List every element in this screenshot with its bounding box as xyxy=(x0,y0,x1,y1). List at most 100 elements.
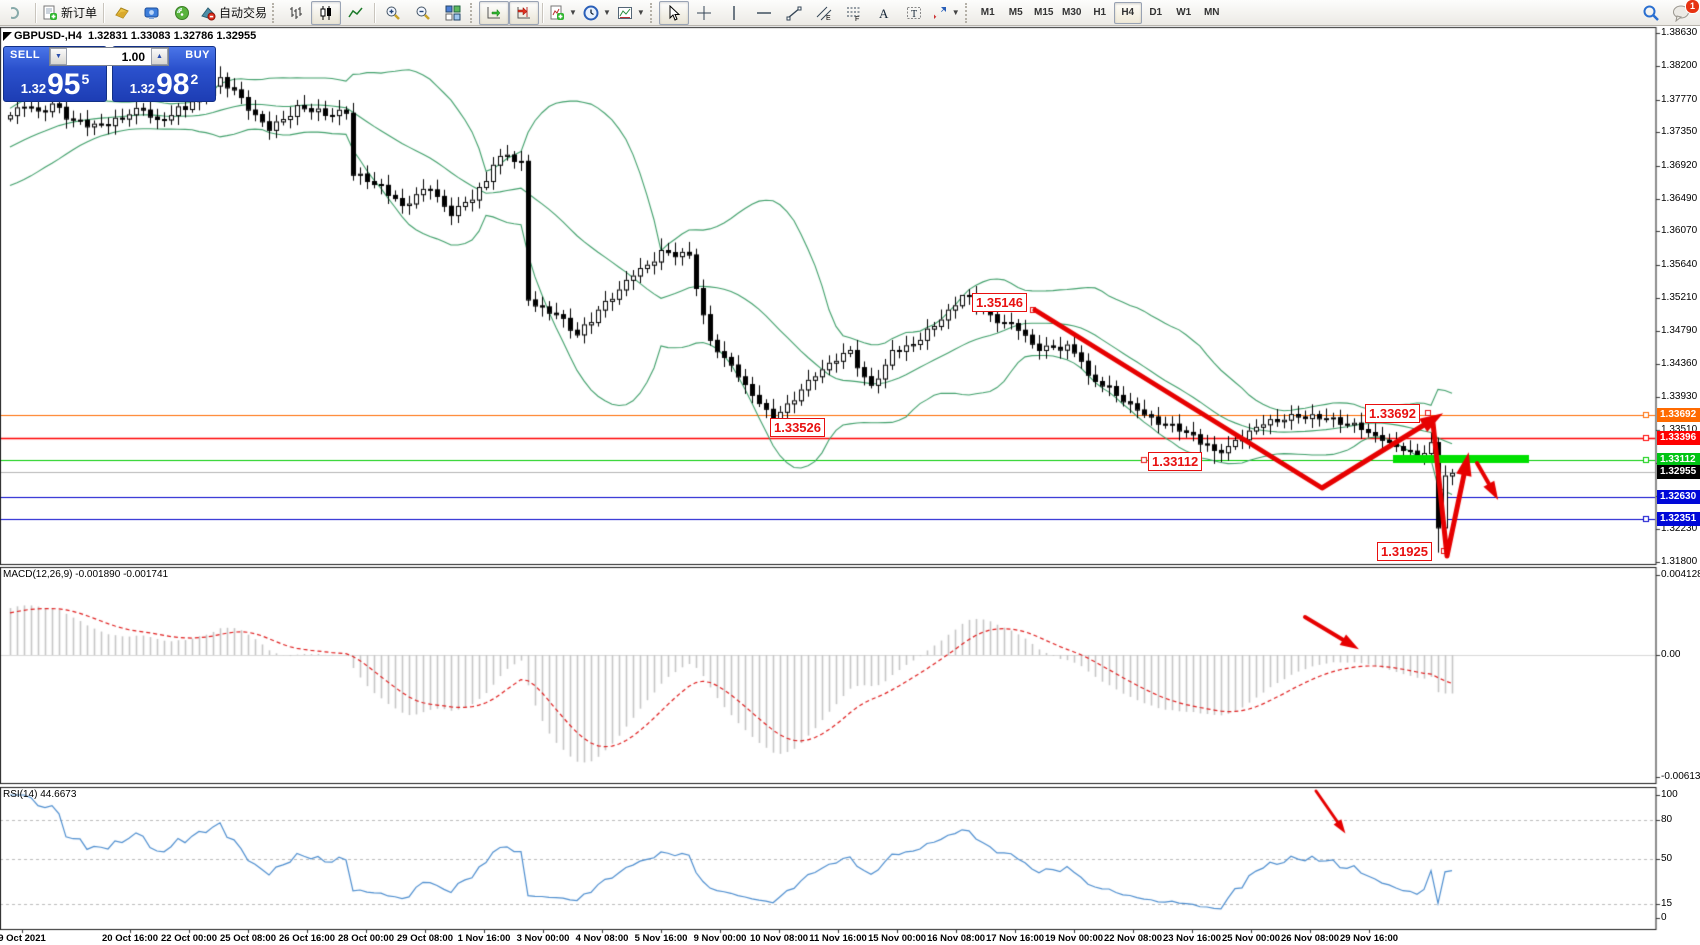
periods-button[interactable]: ▼ xyxy=(580,1,614,25)
text-button[interactable]: A xyxy=(869,1,899,25)
price-axis-tick: 1.38630 xyxy=(1661,27,1697,38)
buy-price[interactable]: 1.32 98 2 xyxy=(112,66,216,100)
fibonacci-button[interactable]: F xyxy=(839,1,869,25)
timeframe-m30-button[interactable]: M30 xyxy=(1058,2,1086,24)
rsi-axis-tick: 15 xyxy=(1661,898,1672,909)
zoom-out-button[interactable] xyxy=(408,1,438,25)
timeframe-mn-button[interactable]: MN xyxy=(1198,2,1226,24)
timeframe-d1-button[interactable]: D1 xyxy=(1142,2,1170,24)
notifications-button[interactable]: 1 xyxy=(1666,1,1696,25)
chart-price-annotation[interactable]: 1.33692 xyxy=(1365,404,1420,423)
hosting-button[interactable] xyxy=(137,1,167,25)
time-axis-label: 11 Nov 16:00 xyxy=(809,933,867,944)
price-axis-tick: 1.34790 xyxy=(1661,325,1697,336)
timeframe-m1-button[interactable]: M1 xyxy=(974,2,1002,24)
new-order-button[interactable]: 新订单 xyxy=(39,1,100,25)
volume-increase-button[interactable]: ▲ xyxy=(151,48,168,65)
crosshair-button[interactable] xyxy=(689,1,719,25)
price-level-badge: 1.32955 xyxy=(1657,465,1700,479)
sell-label[interactable]: SELL xyxy=(10,49,40,61)
cursor-button[interactable] xyxy=(659,1,689,25)
price-axis-tick: 1.36490 xyxy=(1661,193,1697,204)
history-center-button[interactable] xyxy=(107,1,137,25)
timeframe-h4-button[interactable]: H4 xyxy=(1114,2,1142,24)
toolbar-grip xyxy=(470,3,477,23)
indicators-button[interactable]: ▼ xyxy=(546,1,580,25)
toolbar-separator xyxy=(374,3,375,23)
zoom-in-button[interactable] xyxy=(378,1,408,25)
price-level-badge: 1.33396 xyxy=(1657,431,1700,445)
price-axis-tick: 1.38200 xyxy=(1661,60,1697,71)
time-axis-label: 19 Nov 00:00 xyxy=(1045,933,1103,944)
equidistant-channel-button[interactable]: E xyxy=(809,1,839,25)
time-axis-label: 22 Oct 00:00 xyxy=(161,933,217,944)
time-axis-label: 17 Nov 16:00 xyxy=(986,933,1044,944)
timeframe-m15-button[interactable]: M15 xyxy=(1030,2,1058,24)
toolbar-separator xyxy=(542,3,543,23)
search-button[interactable] xyxy=(1636,1,1666,25)
toolbar-separator xyxy=(103,3,104,23)
bar-chart-button[interactable] xyxy=(281,1,311,25)
svg-text:T: T xyxy=(911,9,917,20)
chart-price-annotation[interactable]: 1.33526 xyxy=(770,418,825,437)
time-axis-label: 10 Nov 08:00 xyxy=(750,933,808,944)
timeframe-m5-button[interactable]: M5 xyxy=(1002,2,1030,24)
chart-price-annotation[interactable]: 1.33112 xyxy=(1148,452,1202,471)
timeframe-h1-button[interactable]: H1 xyxy=(1086,2,1114,24)
time-axis-label: 4 Nov 08:00 xyxy=(576,933,629,944)
time-axis-label: 20 Oct 16:00 xyxy=(102,933,158,944)
tile-windows-button[interactable] xyxy=(438,1,468,25)
price-axis-tick: 1.31800 xyxy=(1661,556,1697,567)
time-axis-label: 16 Nov 08:00 xyxy=(927,933,985,944)
rsi-axis-tick: 80 xyxy=(1661,814,1672,825)
buy-label[interactable]: BUY xyxy=(185,49,210,61)
arrows-button[interactable]: ▼ xyxy=(929,1,963,25)
chart-shift-button[interactable] xyxy=(509,1,539,25)
trendline-button[interactable] xyxy=(779,1,809,25)
autotrading-button[interactable]: 自动交易 xyxy=(197,1,270,25)
text-label-button[interactable]: T xyxy=(899,1,929,25)
price-axis-tick: 1.36070 xyxy=(1661,225,1697,236)
time-axis-label: 26 Nov 08:00 xyxy=(1281,933,1339,944)
time-axis-label: 3 Nov 00:00 xyxy=(517,933,570,944)
chart-title: GBPUSD-,H4 1.32831 1.33083 1.32786 1.329… xyxy=(14,30,256,42)
chart-canvas[interactable] xyxy=(0,0,1700,945)
price-axis-tick: 1.35210 xyxy=(1661,292,1697,303)
templates-button[interactable]: ▼ xyxy=(614,1,648,25)
buy-price-base: 1.32 xyxy=(130,81,155,96)
volume-input[interactable] xyxy=(67,48,151,65)
trading-app-window: { "toolbar": { "new_order_label": "新订单",… xyxy=(0,0,1700,945)
chart-price-annotation[interactable]: 1.35146 xyxy=(972,293,1027,312)
time-axis-label: 9 Oct 2021 xyxy=(0,933,46,944)
toolbar-grip xyxy=(965,3,972,23)
line-chart-button[interactable] xyxy=(341,1,371,25)
macd-indicator-label: MACD(12,26,9) -0.001890 -0.001741 xyxy=(3,569,168,580)
one-click-trading-panel: SELL BUY ▼ ▲ 1.32 95 5 1.32 98 2 xyxy=(3,46,217,103)
buy-price-pip: 2 xyxy=(190,71,198,87)
rsi-axis-tick: 0 xyxy=(1661,912,1667,923)
horizontal-line-button[interactable] xyxy=(749,1,779,25)
auto-scroll-button[interactable] xyxy=(479,1,509,25)
volume-decrease-button[interactable]: ▼ xyxy=(50,48,67,65)
chart-price-annotation[interactable]: 1.31925 xyxy=(1377,542,1432,561)
vertical-line-button[interactable] xyxy=(719,1,749,25)
toolbar-grip xyxy=(650,3,657,23)
time-axis-label: 29 Oct 08:00 xyxy=(397,933,453,944)
candlestick-chart-button[interactable] xyxy=(311,1,341,25)
time-axis-label: 9 Nov 00:00 xyxy=(694,933,747,944)
time-axis-label: 25 Nov 00:00 xyxy=(1222,933,1280,944)
notification-count-badge: 1 xyxy=(1685,0,1700,14)
toolbar-separator xyxy=(35,3,36,23)
time-axis-label: 1 Nov 16:00 xyxy=(458,933,511,944)
signals-button[interactable] xyxy=(167,1,197,25)
price-level-badge: 1.32351 xyxy=(1657,512,1700,526)
sell-price[interactable]: 1.32 95 5 xyxy=(3,66,107,100)
price-axis-tick: 1.37350 xyxy=(1661,126,1697,137)
chart-menu-triangle-icon[interactable] xyxy=(3,32,12,41)
price-axis-tick: 1.36920 xyxy=(1661,160,1697,171)
rsi-axis-tick: 100 xyxy=(1661,789,1678,800)
sell-price-pip: 5 xyxy=(81,71,89,87)
time-axis-label: 5 Nov 16:00 xyxy=(635,933,688,944)
timeframe-w1-button[interactable]: W1 xyxy=(1170,2,1198,24)
time-axis-label: 29 Nov 16:00 xyxy=(1340,933,1398,944)
